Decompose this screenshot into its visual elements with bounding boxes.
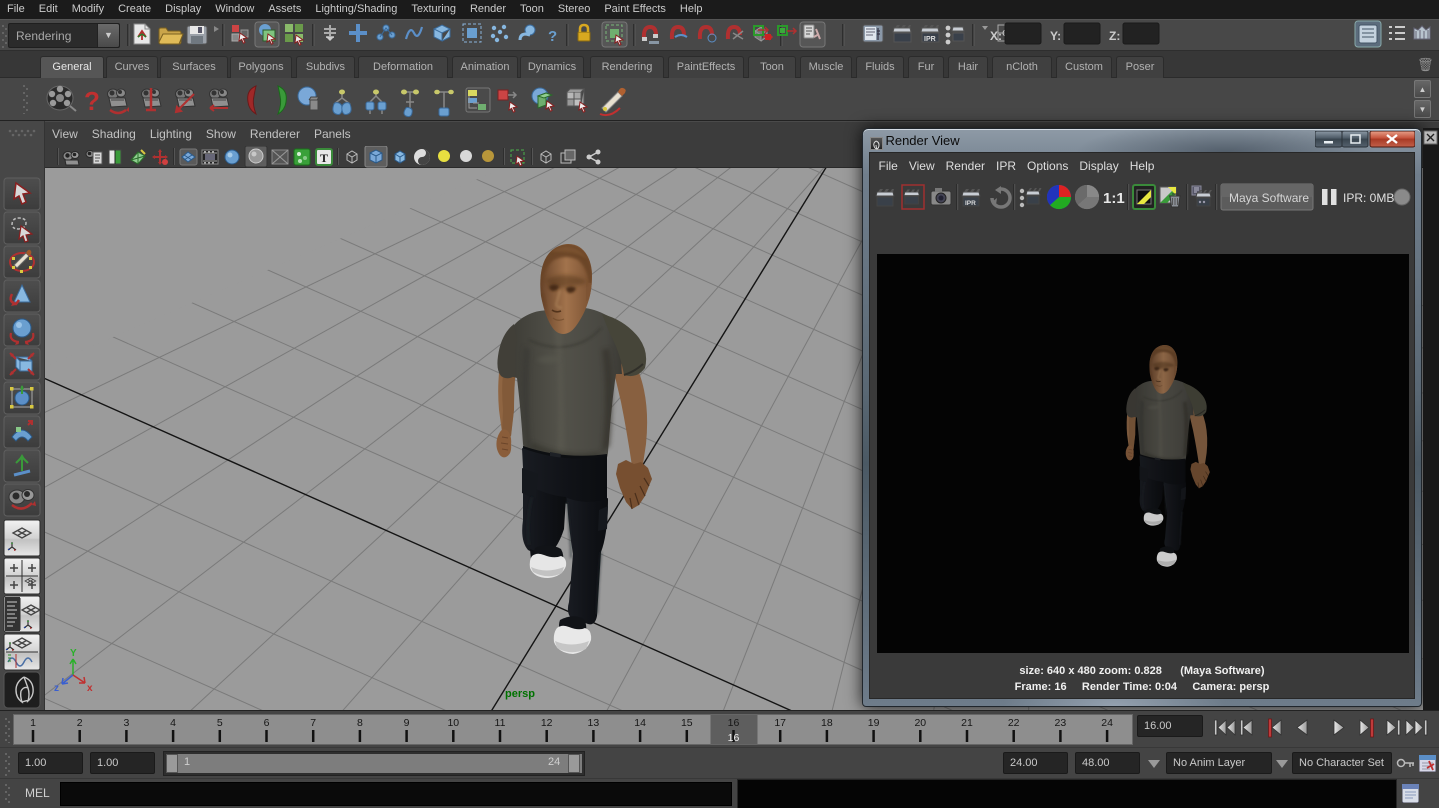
- svg-text:5: 5: [217, 717, 223, 729]
- svg-text:Y:: Y:: [1050, 29, 1061, 43]
- svg-text:?: ?: [548, 28, 557, 45]
- svg-text:x: x: [87, 683, 93, 694]
- svg-text:18: 18: [821, 717, 833, 729]
- svg-text:10: 10: [447, 717, 459, 729]
- svg-text:Y: Y: [70, 648, 77, 659]
- svg-text:21: 21: [961, 717, 973, 729]
- svg-text:15: 15: [681, 717, 693, 729]
- svg-text:20: 20: [914, 717, 926, 729]
- svg-text:3: 3: [123, 717, 129, 729]
- svg-text:19: 19: [868, 717, 880, 729]
- svg-text:Maya Software: Maya Software: [1229, 191, 1309, 205]
- svg-text:11: 11: [495, 717, 506, 729]
- svg-text:IPR: IPR: [965, 200, 976, 207]
- svg-text:14: 14: [634, 717, 646, 729]
- svg-text:16: 16: [728, 717, 740, 729]
- svg-text:7: 7: [310, 717, 316, 729]
- svg-text:z: z: [54, 683, 59, 694]
- svg-text:6: 6: [264, 717, 270, 729]
- svg-text:1:1: 1:1: [1103, 190, 1125, 207]
- svg-text:4: 4: [170, 717, 176, 729]
- svg-text:23: 23: [1055, 717, 1067, 729]
- svg-text:8: 8: [357, 717, 363, 729]
- svg-text:Z:: Z:: [1109, 29, 1120, 43]
- svg-text:IPR: IPR: [924, 36, 936, 43]
- svg-text:2: 2: [77, 717, 83, 729]
- svg-text:13: 13: [588, 717, 600, 729]
- svg-text:9: 9: [404, 717, 410, 729]
- svg-text:IPR: 0MB: IPR: 0MB: [1343, 191, 1394, 205]
- svg-text:T: T: [320, 151, 328, 165]
- svg-text:22: 22: [1008, 717, 1020, 729]
- svg-text:1: 1: [30, 717, 36, 729]
- svg-text:12: 12: [541, 717, 553, 729]
- svg-text:X:: X:: [990, 29, 1002, 43]
- svg-text:?: ?: [84, 86, 100, 116]
- svg-text:24: 24: [1101, 717, 1113, 729]
- svg-text:17: 17: [774, 717, 786, 729]
- svg-text:16: 16: [728, 732, 740, 744]
